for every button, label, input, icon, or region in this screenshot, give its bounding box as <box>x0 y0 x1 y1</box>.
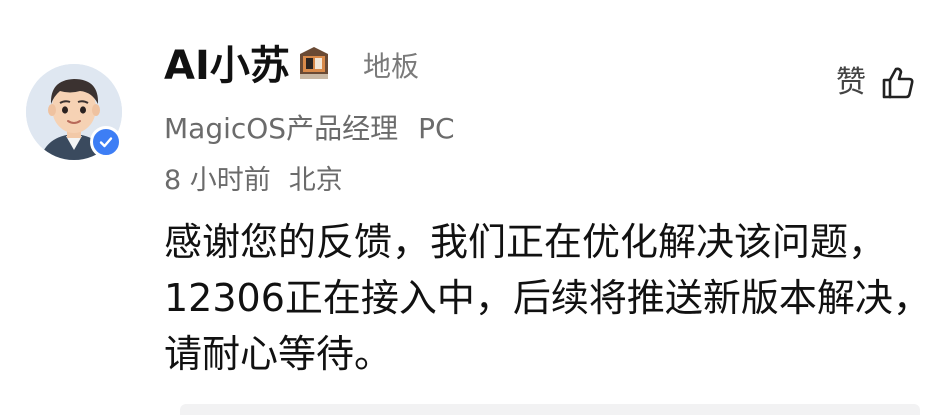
rank-badge-icon <box>294 44 334 84</box>
comment-location: 北京 <box>288 165 343 196</box>
author-title: MagicOS产品经理 <box>164 112 399 145</box>
floor-label: 地板 <box>363 50 420 83</box>
like-label: 赞 <box>836 65 866 100</box>
author-name[interactable]: AI小苏 <box>164 40 290 92</box>
comment-time: 8 小时前 <box>164 165 271 196</box>
verified-badge-icon <box>90 126 122 158</box>
comment-content: 感谢您的反馈，我们正在优化解决该问题，12306正在接入中，后续将推送新版本解决… <box>164 220 931 376</box>
thumbs-up-icon <box>880 65 916 101</box>
comment-card: AI小苏 地板 赞 MagicOS产品经理 PC 8 小时前 北京 感谢您的反馈，我… <box>0 0 952 415</box>
comment-meta: 8 小时前 北京 <box>164 163 343 199</box>
author-title-line: MagicOS产品经理 PC <box>164 111 455 147</box>
next-item-edge <box>180 404 920 415</box>
author-device: PC <box>418 112 455 145</box>
like-button[interactable]: 赞 <box>836 64 916 102</box>
